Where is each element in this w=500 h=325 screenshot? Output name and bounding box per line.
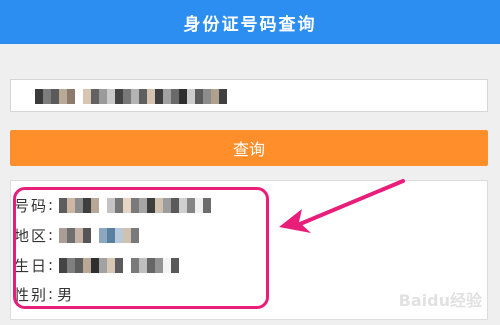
result-label-region: 地区 xyxy=(14,226,49,245)
result-colon: : xyxy=(48,256,54,274)
result-row-id-number: 号码 : xyxy=(14,194,212,216)
result-label-birthday: 生日 xyxy=(14,256,49,275)
page-header: 身份证号码查询 xyxy=(0,0,500,44)
result-label-gender: 性别 xyxy=(14,285,49,304)
query-button-label: 查询 xyxy=(232,140,265,159)
page: 身份证号码查询 查询 号码 : 地区 : 生日: 性别: 男 Baidu经验 xyxy=(0,0,500,325)
obscured-id-input-value xyxy=(35,89,227,104)
result-colon: : xyxy=(48,285,54,303)
id-number-field[interactable] xyxy=(10,79,488,112)
query-button[interactable]: 查询 xyxy=(10,130,488,166)
result-row-gender: 性别 : 男 xyxy=(14,283,72,305)
result-colon: : xyxy=(48,226,54,244)
result-row-birthday: 生日 : xyxy=(14,254,180,276)
result-colon: : xyxy=(48,196,54,214)
result-label-id-number: 号码 xyxy=(14,196,49,215)
obscured-birthday-value xyxy=(59,257,180,273)
obscured-id-number-value xyxy=(59,197,212,213)
obscured-region-value xyxy=(59,227,140,243)
baidu-watermark: Baidu经验 xyxy=(398,291,482,310)
result-row-region: 地区 : xyxy=(14,224,140,246)
page-title: 身份证号码查询 xyxy=(183,14,317,35)
gender-value: 男 xyxy=(57,285,73,304)
